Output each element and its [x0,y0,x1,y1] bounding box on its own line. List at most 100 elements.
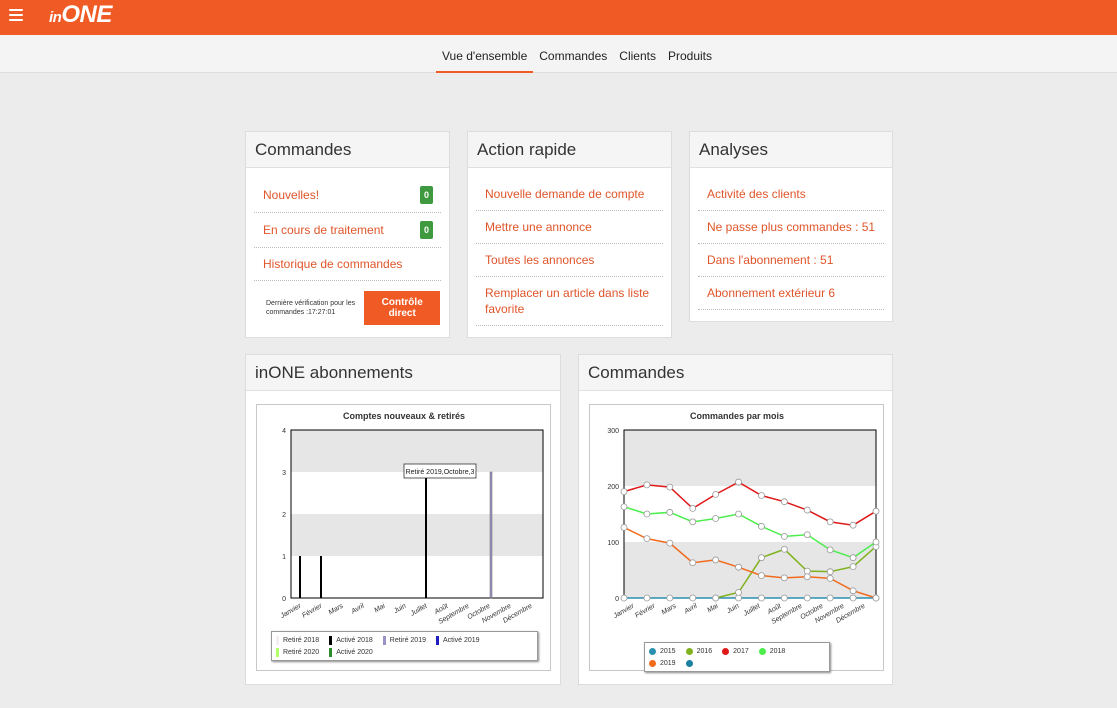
grid-band [291,514,543,556]
quick-action-panel: Action rapide Nouvelle demande de compte… [467,131,672,338]
x-tick-label: Février [301,602,324,619]
data-point [826,568,834,576]
data-point [643,510,651,518]
processing-orders-link[interactable]: En cours de traitement 0 [254,213,441,248]
data-point [803,573,811,581]
data-point [689,518,697,526]
y-tick-label: 200 [607,484,619,491]
legend-swatch [649,647,656,655]
data-point [712,594,720,602]
analysis-panel-title: Analyses [690,132,892,168]
app-logo[interactable]: inONE [49,3,112,30]
y-tick-label: 300 [607,428,619,435]
external-subscription-link[interactable]: Abonnement extérieur 6 [698,277,884,310]
orders-chart-legend: 2015 2016 2017 2018 2019 [644,642,830,672]
chart-title: Commandes par mois [690,411,784,421]
legend-item[interactable]: 2018 [758,645,786,657]
data-point [620,524,628,531]
tab-orders[interactable]: Commandes [533,35,613,73]
legend-item[interactable]: 2016 [685,645,713,657]
data-point [758,554,765,562]
data-point [826,546,834,554]
legend-swatch [436,635,439,645]
in-subscription-link[interactable]: Dans l'abonnement : 51 [698,244,884,277]
data-point [826,574,834,582]
legend-item[interactable]: Retiré 2020 [276,646,319,658]
x-tick-label: Février [634,602,657,619]
no-longer-ordering-link[interactable]: Ne passe plus commandes : 51 [698,211,884,244]
legend-item[interactable]: 2019 [649,657,676,669]
data-point [826,594,834,602]
legend-swatch [685,659,693,667]
legend-item[interactable]: Activé 2018 [329,634,373,646]
direct-check-button[interactable]: Contrôle direct [364,291,440,325]
data-point [758,594,765,602]
legend-label: Activé 2018 [336,636,373,644]
data-point [780,594,788,602]
data-point [872,594,880,602]
legend-swatch [685,647,693,655]
legend-label: Activé 2020 [336,648,373,656]
tab-overview[interactable]: Vue d'ensemble [436,35,534,73]
data-point [803,594,811,602]
all-ads-link[interactable]: Toutes les annonces [476,244,663,277]
legend-label: 2016 [696,647,713,655]
legend-item[interactable]: 2015 [649,645,676,657]
bar [425,472,427,598]
legend-swatch [758,647,766,655]
data-point [735,594,742,602]
legend-label: 2015 [660,647,676,655]
order-history-link[interactable]: Historique de commandes [254,248,441,281]
legend-swatch [382,635,386,645]
orders-per-month-chart-svg: Commandes par mois 0 100 200 300 JanvierFévri… [607,411,880,626]
legend-swatch [649,659,656,667]
x-tick-label: Avril [349,602,365,616]
data-point [849,594,857,602]
orders-panel: Commandes Nouvelles! 0 En cours de traite… [245,131,450,338]
legend-item[interactable]: Retiré 2019 [382,634,426,646]
tab-clients[interactable]: Clients [613,35,662,73]
bar [299,556,301,598]
orders-panel-title: Commandes [246,132,449,168]
legend-item[interactable]: Activé 2020 [329,646,373,658]
data-point [712,556,720,564]
post-ad-link[interactable]: Mettre une annonce [476,211,663,244]
accounts-chart-legend: Retiré 2018 Activé 2018 Retiré 2019 Activé … [271,631,538,661]
data-point [803,567,811,575]
data-point [780,545,788,553]
x-tick-label: Janvier [612,602,636,620]
data-point [643,481,651,489]
data-point [849,554,857,562]
menu-icon[interactable] [9,9,23,23]
data-point [780,498,788,506]
grid-band [624,430,876,486]
last-check-text: Dernière vérification pour les commandes… [266,300,356,316]
legend-item[interactable]: 2017 [722,645,749,657]
replace-favorite-item-link[interactable]: Remplacer un article dans liste favorite [476,277,663,326]
tab-products[interactable]: Produits [662,35,718,73]
legend-item[interactable] [685,657,697,669]
data-point [735,510,742,518]
y-tick-label: 4 [282,428,286,435]
data-point [735,588,742,596]
legend-label: Retiré 2019 [389,636,426,644]
data-point [666,508,674,516]
orders-chart-panel: Commandes Commandes par mois 0 100 200 300 Ja… [578,354,893,685]
chart-tooltip-text: Retiré 2019,Octobre,3 [406,469,475,476]
processing-orders-count-badge: 0 [419,221,433,239]
data-point [666,594,674,602]
data-point [620,503,628,511]
x-tick-label: Juin [725,603,741,616]
legend-item[interactable]: Activé 2019 [436,634,480,646]
new-account-request-link[interactable]: Nouvelle demande de compte [476,178,663,211]
subscriptions-panel-title: inONE abonnements [246,355,560,391]
data-point [849,587,857,595]
legend-swatch [276,647,279,657]
client-activity-link[interactable]: Activité des clients [698,178,884,211]
new-orders-link[interactable]: Nouvelles! 0 [254,178,441,213]
data-point [666,483,674,491]
x-tick-label: Juillet [409,602,430,618]
legend-item[interactable]: Retiré 2018 [276,634,319,646]
legend-label: 2018 [769,647,786,655]
data-point [643,594,651,602]
